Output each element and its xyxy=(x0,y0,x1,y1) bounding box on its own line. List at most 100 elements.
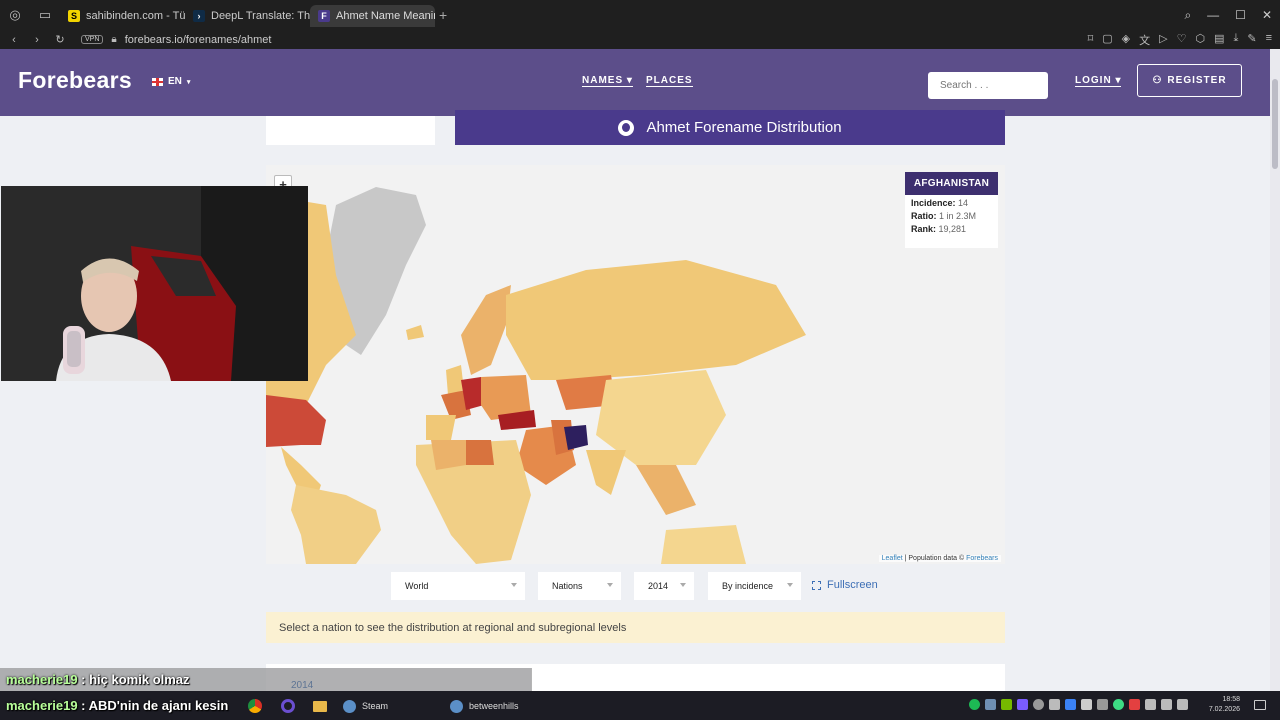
se-asia-region xyxy=(636,465,696,515)
forward-icon[interactable]: › xyxy=(28,34,46,46)
volume-icon[interactable] xyxy=(1177,699,1188,710)
spotify-icon[interactable] xyxy=(969,699,980,710)
lock-icon[interactable]: 🔒︎ xyxy=(111,34,116,45)
bookmark-icon[interactable]: ⌑ xyxy=(1088,32,1094,48)
distribution-map[interactable]: + AFGHANISTAN Incidence: 14 Ratio: 1 in … xyxy=(266,165,1005,564)
tab-title: sahibinden.com - Türkiye'r xyxy=(86,10,185,22)
usa-region xyxy=(266,395,326,447)
tab-manager-icon[interactable]: ▭ xyxy=(30,0,60,30)
microphone-icon[interactable] xyxy=(1081,699,1092,710)
antivirus-icon[interactable] xyxy=(1129,699,1140,710)
chat-text: : ABD'nin de ajanı kesin xyxy=(77,698,229,713)
play-icon[interactable]: ▷ xyxy=(1159,32,1167,48)
extensions-icon[interactable]: ⬡ xyxy=(1195,32,1205,48)
site-logo[interactable]: Forebears xyxy=(18,67,132,94)
browser-menu-icon[interactable]: ◎ xyxy=(0,0,30,30)
nvidia-icon[interactable] xyxy=(1001,699,1012,710)
search-input[interactable] xyxy=(928,72,1048,99)
network-icon[interactable] xyxy=(1161,699,1172,710)
maximize-icon[interactable]: ☐ xyxy=(1235,8,1246,22)
select-nation-notice: Select a nation to see the distribution … xyxy=(266,612,1005,643)
distribution-title: Ahmet Forename Distribution xyxy=(646,119,842,136)
incidence-value: 14 xyxy=(958,198,969,208)
heart-icon[interactable]: ♡ xyxy=(1177,32,1187,48)
spain-region xyxy=(426,415,456,440)
language-selector[interactable]: EN ▾ xyxy=(152,76,190,87)
chat-username: macherie19 xyxy=(6,672,78,687)
rank-row: Rank: 19,281 xyxy=(911,224,967,234)
scrollbar-thumb[interactable] xyxy=(1272,79,1278,169)
app-tray-icon[interactable] xyxy=(1113,699,1124,710)
betweenhills-taskbar-item[interactable]: betweenhills xyxy=(450,696,519,716)
display-icon[interactable] xyxy=(1097,699,1108,710)
url-field[interactable]: forebears.io/forenames/ahmet xyxy=(125,34,272,46)
level-select[interactable]: Nations xyxy=(538,572,621,600)
world-map[interactable] xyxy=(266,165,1005,564)
language-label: EN xyxy=(168,76,182,87)
globe-icon xyxy=(618,119,635,136)
england-flag-icon xyxy=(152,77,163,86)
search-icon[interactable]: ⌕ xyxy=(1184,8,1191,23)
back-icon[interactable]: ‹ xyxy=(5,34,23,46)
bluetooth-icon[interactable] xyxy=(1065,699,1076,710)
ai-icon[interactable]: ✎ xyxy=(1247,32,1256,48)
chevron-down-icon xyxy=(511,583,517,587)
nav-places[interactable]: PLACES xyxy=(646,75,693,87)
browser-tab-active[interactable]: F Ahmet Name Meaning, Or xyxy=(310,5,435,27)
country-info-panel: AFGHANISTAN Incidence: 14 Ratio: 1 in 2.… xyxy=(905,172,998,248)
window-controls: ⌕ — ☐ ✕ xyxy=(1184,0,1272,30)
browser-tray-icon[interactable] xyxy=(1033,699,1044,710)
sahibinden-favicon-icon: S xyxy=(68,10,80,22)
browser-tab[interactable]: S sahibinden.com - Türkiye'r xyxy=(60,5,185,27)
wallet-icon[interactable]: ▤ xyxy=(1214,32,1224,48)
south-america-region xyxy=(291,485,381,564)
new-tab-button[interactable]: + xyxy=(439,7,447,23)
incidence-row: Incidence: 14 xyxy=(911,198,969,208)
forebears-link[interactable]: Forebears xyxy=(966,555,998,562)
register-button[interactable]: ⚇ REGISTER xyxy=(1137,64,1242,97)
login-menu[interactable]: LOGIN ▾ xyxy=(1075,75,1122,87)
register-label: REGISTER xyxy=(1167,75,1227,86)
iceland-region xyxy=(406,325,424,340)
menu-icon[interactable]: ≡ xyxy=(1266,32,1272,48)
taskbar-clock[interactable]: 18:58 7.02.2026 xyxy=(1209,695,1240,715)
nav-names[interactable]: NAMES ▾ xyxy=(582,75,633,87)
shield-icon[interactable]: ◈ xyxy=(1122,32,1130,48)
chevron-down-icon: ▾ xyxy=(186,78,191,86)
shield-tray-icon[interactable] xyxy=(1049,699,1060,710)
snapshot-icon[interactable]: ▢ xyxy=(1102,32,1112,48)
fullscreen-button[interactable]: Fullscreen xyxy=(812,579,878,591)
folder-icon[interactable] xyxy=(313,696,327,716)
browser-tab-bar: ◎ ▭ S sahibinden.com - Türkiye'r › DeepL… xyxy=(0,0,1280,30)
forebears-favicon-icon: F xyxy=(318,10,330,22)
webcam-overlay xyxy=(1,186,308,381)
twitch-icon[interactable] xyxy=(1017,699,1028,710)
tab-title: DeepL Translate: The wor xyxy=(211,10,310,22)
leaflet-link[interactable]: Leaflet xyxy=(882,555,903,562)
steam-taskbar-item[interactable]: Steam xyxy=(343,696,388,716)
region-select[interactable]: World xyxy=(391,572,525,600)
keyboard-icon[interactable] xyxy=(1145,699,1156,710)
steam-tray-icon[interactable] xyxy=(985,699,996,710)
translate-icon[interactable]: 文 xyxy=(1139,32,1150,48)
notification-icon[interactable] xyxy=(1254,700,1266,710)
chevron-down-icon xyxy=(607,583,613,587)
reload-icon[interactable]: ↻ xyxy=(51,33,69,46)
deepl-favicon-icon: › xyxy=(193,10,205,22)
chat-message: macherie19 : ABD'nin de ajanı kesin xyxy=(6,698,228,713)
page-scrollbar[interactable] xyxy=(1270,49,1280,691)
browser-tab[interactable]: › DeepL Translate: The wor xyxy=(185,5,310,27)
system-tray xyxy=(969,699,1188,710)
vpn-badge[interactable]: VPN xyxy=(81,35,104,44)
algeria-region xyxy=(431,440,466,470)
measure-select[interactable]: By incidence xyxy=(708,572,801,600)
download-icon[interactable]: ⤓ xyxy=(1233,32,1238,48)
minimize-icon[interactable]: — xyxy=(1207,8,1219,22)
tab-title: Ahmet Name Meaning, Or xyxy=(336,10,435,22)
address-bar: ‹ › ↻ VPN 🔒︎ forebears.io/forenames/ahme… xyxy=(0,30,1280,49)
close-icon[interactable]: ✕ xyxy=(1262,8,1272,22)
chat-username: macherie19 xyxy=(6,698,78,713)
chrome-icon[interactable] xyxy=(248,696,262,716)
opera-icon[interactable] xyxy=(281,696,295,716)
year-select[interactable]: 2014 xyxy=(634,572,694,600)
